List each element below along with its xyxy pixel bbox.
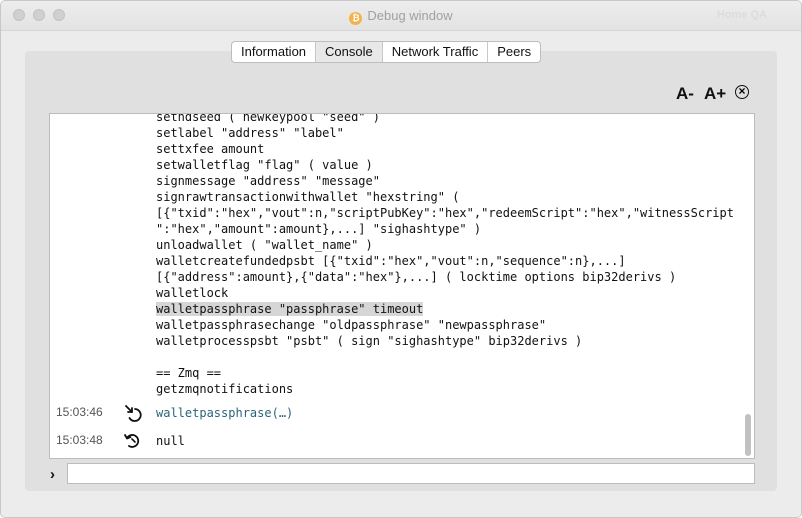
font-larger-button[interactable]: A+: [704, 84, 726, 104]
help-line: == Zmq ==: [156, 366, 222, 380]
tab-console[interactable]: Console: [316, 42, 383, 62]
window-title-area: ₿ Debug window: [1, 8, 801, 25]
help-line: ":"hex","amount":amount},...] "sighashty…: [156, 222, 482, 236]
bitcoin-icon: ₿: [349, 12, 363, 25]
window-title-right: Home QA: [716, 9, 767, 21]
help-line: walletpassphrasechange "oldpassphrase" "…: [156, 318, 547, 332]
help-line: walletlock: [156, 286, 229, 300]
help-line: settxfee amount: [156, 142, 265, 156]
entry-message: null: [156, 434, 185, 448]
help-line: setlabel "address" "label": [156, 126, 344, 140]
help-line: unloadwallet ( "wallet_name" ): [156, 238, 373, 252]
console-entry-reply: 15:03:48 null: [50, 433, 730, 451]
help-line: walletcreatefundedpsbt [{"txid":"hex","v…: [156, 254, 626, 268]
entry-time: 15:03:46: [56, 405, 103, 419]
console-output[interactable]: sethdseed ( newkeypool "seed" ) setlabel…: [49, 113, 755, 459]
reply-out-icon: [124, 434, 140, 448]
debug-window: ₿ Debug window Home QA Information Consol…: [0, 0, 802, 518]
help-line: setwalletflag "flag" ( value ): [156, 158, 373, 172]
entry-time: 15:03:48: [56, 433, 103, 447]
help-line: [{"address":amount},{"data":"hex"},...] …: [156, 270, 677, 284]
font-smaller-button[interactable]: A-: [676, 84, 694, 104]
window-title: Debug window: [367, 8, 453, 23]
tab-network-traffic[interactable]: Network Traffic: [383, 42, 489, 62]
chevron-right-icon: ›: [50, 466, 55, 483]
clear-console-icon[interactable]: ×: [735, 85, 749, 99]
tab-bar: Information Console Network Traffic Peer…: [231, 41, 542, 63]
help-line-selected: walletpassphrase "passphrase" timeout: [156, 302, 424, 316]
console-entry-command: 15:03:46 walletpassphrase(…): [50, 405, 730, 423]
tab-information[interactable]: Information: [232, 42, 317, 62]
command-in-icon: [125, 405, 142, 422]
tab-peers[interactable]: Peers: [488, 42, 540, 62]
title-bar: ₿ Debug window Home QA: [1, 1, 801, 31]
help-line: [{"txid":"hex","vout":n,"scriptPubKey":"…: [156, 206, 734, 220]
help-line: getzmqnotifications: [156, 382, 294, 396]
help-line: sethdseed ( newkeypool "seed" ): [156, 113, 380, 124]
console-scrollbar[interactable]: [745, 414, 751, 456]
help-line: signrawtransactionwithwallet "hexstring"…: [156, 190, 460, 204]
help-line: walletprocesspsbt "psbt" ( sign "sighash…: [156, 334, 583, 348]
help-text: sethdseed ( newkeypool "seed" ) setlabel…: [156, 113, 734, 397]
entry-message: walletpassphrase(…): [156, 406, 294, 420]
console-input[interactable]: [67, 463, 755, 484]
help-line: signmessage "address" "message": [156, 174, 380, 188]
